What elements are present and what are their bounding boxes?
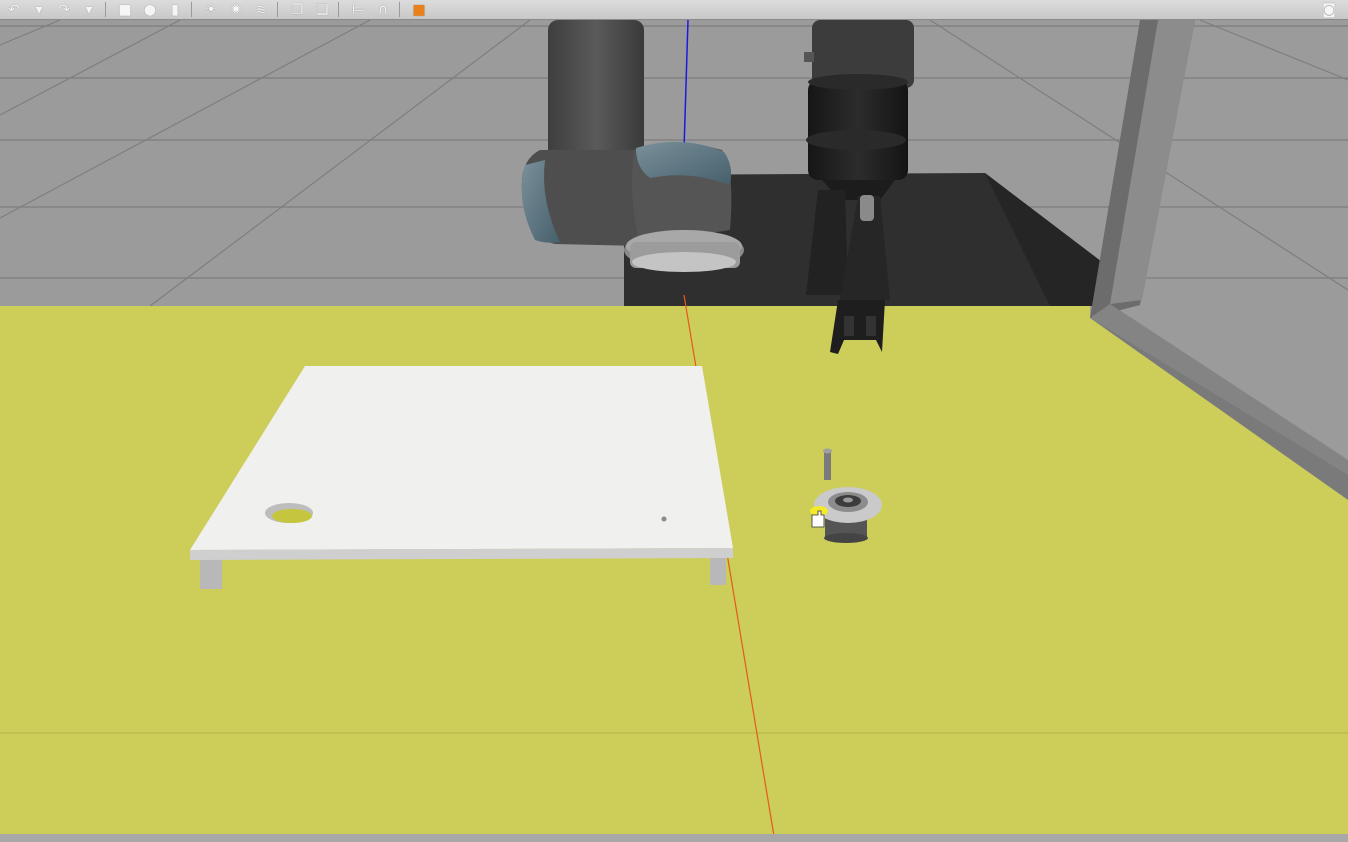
toolbar-separator [338,2,339,17]
change-view-icon: ■ [412,1,426,18]
change-view-button[interactable]: ■ [408,1,430,18]
undo-icon: ↶ [8,1,20,18]
gazebo-window: ↶ ▾ ↷ ▾ ■ ● ▮ ☀ ✺ ≋ ❐ ❏ ⊨ ∩ ■ ◙ [0,0,1348,842]
align-button[interactable]: ⊨ [347,1,369,18]
point-light-icon: ☀ [204,1,218,18]
screenshot-icon: ◙ [1322,1,1336,18]
undo-button[interactable]: ↶ [3,1,25,18]
top-toolbar: ↶ ▾ ↷ ▾ ■ ● ▮ ☀ ✺ ≋ ❐ ❏ ⊨ ∩ ■ ◙ [0,0,1348,20]
3d-viewport[interactable] [0,0,1348,842]
toolbar-separator [105,2,106,17]
redo-icon: ↷ [58,1,70,18]
point-light-button[interactable]: ☀ [200,1,222,18]
spot-light-icon: ✺ [230,1,242,18]
cylinder-shape-button[interactable]: ▮ [164,1,186,18]
screenshot-button[interactable]: ◙ [1318,1,1340,18]
undo-history-button[interactable]: ▾ [28,1,50,18]
copy-button[interactable]: ❐ [286,1,308,18]
toolbar-separator [399,2,400,17]
peg-part [823,448,832,480]
cylinder-shape-icon: ▮ [171,1,179,18]
box-shape-icon: ■ [118,1,132,18]
undo-history-icon: ▾ [35,1,43,18]
directional-light-icon: ≋ [255,1,267,18]
redo-history-button[interactable]: ▾ [78,1,100,18]
box-shape-button[interactable]: ■ [114,1,136,18]
toolbar-separator [277,2,278,17]
directional-light-button[interactable]: ≋ [250,1,272,18]
sphere-shape-icon: ● [143,1,157,18]
paste-button[interactable]: ❏ [311,1,333,18]
align-icon: ⊨ [351,1,365,18]
spot-light-button[interactable]: ✺ [225,1,247,18]
copy-icon: ❐ [290,1,304,18]
snap-button[interactable]: ∩ [372,1,394,18]
scene-render [0,0,1348,842]
sphere-shape-button[interactable]: ● [139,1,161,18]
redo-button[interactable]: ↷ [53,1,75,18]
toolbar-separator [191,2,192,17]
redo-history-icon: ▾ [85,1,93,18]
snap-icon: ∩ [377,1,389,18]
paste-icon: ❏ [315,1,329,18]
